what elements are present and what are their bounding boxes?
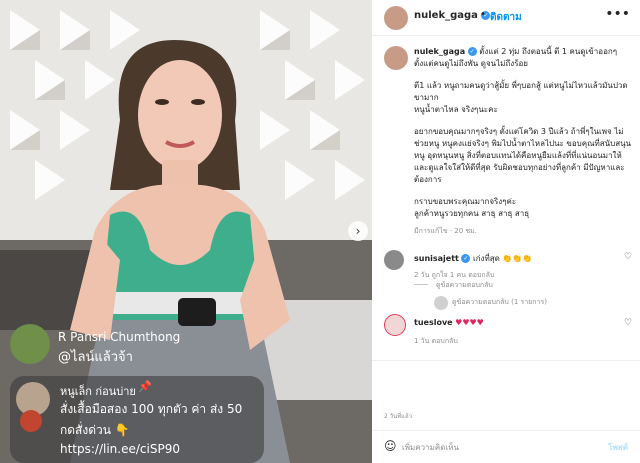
chevron-right-icon: › [355,224,361,238]
comment-input[interactable] [402,439,582,455]
pinned-live-comment: หนูเล็ก ก่อนบ่าย 📌 สั่งเสื้อมือสอง 100 ท… [10,376,264,463]
badge-icon [20,410,42,432]
comment-text: tueslove ♥♥♥♥ [414,318,484,327]
pinned-comment-link: https://lin.ee/ciSP90 [60,442,180,456]
like-heart-icon[interactable]: ♡ [624,252,632,262]
post-media[interactable]: › R Pansri Chumthong @ไลน์แล้วจ้า หนูเล็… [0,0,372,463]
caption-line: หนูน้ำตาไหล จริงๆนะคะ [414,105,498,114]
comment-meta: 1 วัน ตอบกลับ [414,337,458,345]
reply-divider [414,284,428,285]
commenter-avatar[interactable] [384,314,406,336]
next-image-button[interactable]: › [348,221,368,241]
verified-icon: ✓ [467,47,477,56]
author-avatar[interactable] [384,6,408,30]
follow-button[interactable]: ติดตาม [490,10,522,25]
caption-text: nulek_gaga ✓ ตั้งแต่ 2 ทุ่ม ถึงตอนนี้ ตี… [414,46,634,220]
author-username[interactable]: nulek_gaga ✓ [414,10,491,21]
post-side-panel: nulek_gaga ✓ • ติดตาม ••• nulek_gaga ✓ ต… [372,0,640,463]
commenter-name: หนูเล็ก ก่อนบ่าย [60,385,136,398]
caption-meta: มีการแก้ไข · 20 ชม. [414,227,477,235]
post-header: nulek_gaga ✓ • ติดตาม ••• [372,0,640,36]
view-replies-count[interactable]: ดูข้อความตอบกลับ (1 รายการ) [452,297,547,308]
commenter-avatar[interactable] [384,250,404,270]
caption-username[interactable]: nulek_gaga [414,47,465,56]
comment-username[interactable]: sunisajett [414,254,459,263]
pin-icon: 📌 [138,380,152,393]
like-heart-icon[interactable]: ♡ [624,318,632,328]
author-avatar[interactable] [384,46,408,70]
caption-line: ลูกค้าหนูรวยทุกคน สาธุ สาธุ สาธุ [414,209,530,218]
post-comment-button[interactable]: โพสต์ [608,441,628,454]
verified-icon: ✓ [461,254,471,263]
separator-dot: • [480,9,486,20]
emoji-icon[interactable]: ☺ [384,439,397,453]
caption-line: อยากขอบคุณมากๆจริงๆ ตั้งแต่โควิด 3 ปีแล้… [414,127,632,184]
view-replies-button[interactable]: ดูข้อความตอบกลับ [436,280,493,291]
live-comment-text: @ไลน์แล้วจ้า [58,350,133,365]
post-actions: 2 วันที่แล้ว [372,360,640,420]
comment-username[interactable]: tueslove [414,318,453,327]
pinned-comment-line: กดสั่งด่วน 👇 [60,423,130,437]
live-comment: R Pansri Chumthong @ไลน์แล้วจ้า [10,324,360,368]
caption-line: กราบขอบพระคุณมากจริงๆค่ะ [414,197,517,206]
pinned-comment-line: สั่งเสื้อมือสอง 100 ทุกตัว ค่า ส่ง 50 [60,402,243,416]
reply-avatar [434,296,448,310]
post-date: 2 วันที่แล้ว [384,413,413,420]
comment-text: sunisajett ✓ เก่งที่สุด 👏👏👏 [414,254,533,263]
comment-composer: ☺ โพสต์ [372,430,640,463]
caption-line: ตี1 แล้ว หนูถามคนดูว่าสู้มั้ย พี่ๆบอกสู้… [414,81,628,102]
commenter-avatar [10,324,50,364]
commenter-name: R Pansri Chumthong [58,330,181,344]
more-options-icon[interactable]: ••• [605,6,630,22]
